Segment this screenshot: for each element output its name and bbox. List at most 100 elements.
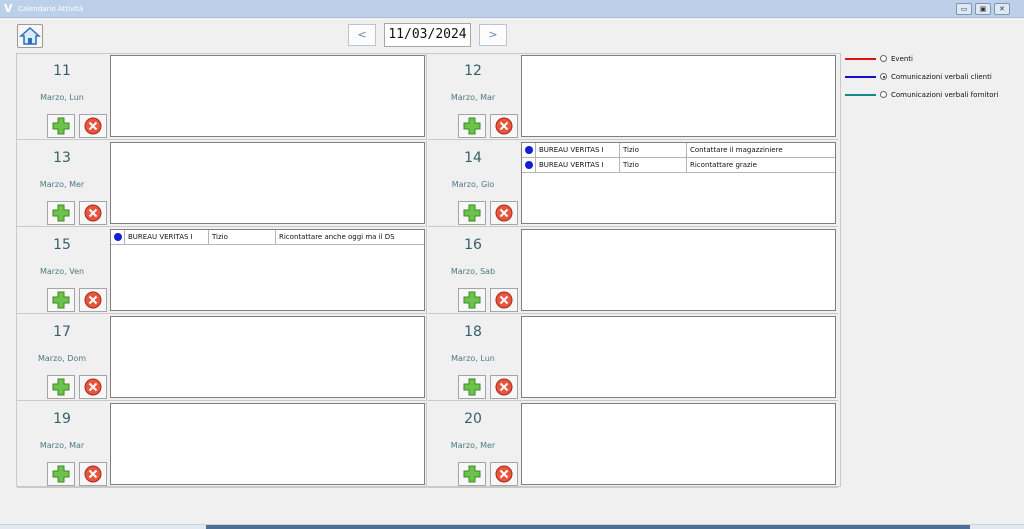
delete-icon — [84, 465, 102, 483]
day-cell: 13 Marzo, Mer — [17, 141, 427, 227]
add-event-button[interactable] — [458, 375, 486, 399]
day-cell: 19 Marzo, Mar — [17, 402, 427, 488]
delete-event-button[interactable] — [490, 462, 518, 486]
events-list[interactable] — [521, 229, 836, 311]
day-label: Marzo, Lun — [451, 354, 495, 363]
day-number: 19 — [53, 411, 71, 427]
events-list[interactable] — [110, 316, 425, 398]
plus-icon — [463, 117, 481, 135]
delete-event-button[interactable] — [79, 462, 107, 486]
add-event-button[interactable] — [47, 375, 75, 399]
events-list[interactable] — [521, 316, 836, 398]
event-client: BUREAU VERITAS I — [535, 143, 619, 157]
day-cell: 11 Marzo, Lun — [17, 54, 427, 140]
delete-event-button[interactable] — [490, 375, 518, 399]
delete-event-button[interactable] — [79, 288, 107, 312]
day-number: 11 — [53, 63, 71, 79]
legend-line — [845, 76, 876, 78]
delete-icon — [495, 465, 513, 483]
day-number: 15 — [53, 237, 71, 253]
delete-event-button[interactable] — [79, 201, 107, 225]
day-label: Marzo, Lun — [40, 93, 84, 102]
add-event-button[interactable] — [47, 462, 75, 486]
events-list[interactable] — [521, 55, 836, 137]
add-event-button[interactable] — [47, 288, 75, 312]
legend-line — [845, 94, 876, 96]
day-cell: 17 Marzo, Dom — [17, 315, 427, 401]
status-bar-strip — [206, 525, 970, 529]
day-number: 12 — [464, 63, 482, 79]
calendar-grid: 11 Marzo, Lun 12 Marzo, Mar 13 Marzo, Mer 14 Ma… — [16, 53, 841, 488]
event-dot-icon — [525, 146, 533, 154]
legend-item[interactable]: Comunicazioni verbali fornitori — [845, 90, 1020, 102]
event-note: Ricontattare grazie — [686, 158, 835, 172]
delete-icon — [495, 204, 513, 222]
legend-label: Eventi — [891, 55, 913, 63]
events-list[interactable] — [110, 403, 425, 485]
events-list[interactable] — [521, 403, 836, 485]
minimize-button[interactable]: ▭ — [956, 3, 972, 15]
day-cell: 20 Marzo, Mer — [428, 402, 838, 488]
events-list[interactable]: BUREAU VERITAS I Tizio Ricontattare anche … — [110, 229, 425, 311]
close-window-button[interactable]: ✕ — [994, 3, 1010, 15]
plus-icon — [52, 378, 70, 396]
add-event-button[interactable] — [458, 462, 486, 486]
legend-radio[interactable] — [880, 73, 887, 80]
add-event-button[interactable] — [458, 114, 486, 138]
delete-icon — [84, 204, 102, 222]
event-user: Tizio — [208, 230, 275, 244]
delete-event-button[interactable] — [490, 288, 518, 312]
event-row[interactable]: BUREAU VERITAS I Tizio Ricontattare grazie — [522, 158, 835, 173]
day-cell: 15 Marzo, Ven BUREAU VERITAS I Tizio Riconta… — [17, 228, 427, 314]
delete-icon — [84, 378, 102, 396]
events-list[interactable] — [110, 142, 425, 224]
event-row[interactable]: BUREAU VERITAS I Tizio Contattare il magaz… — [522, 143, 835, 158]
delete-icon — [495, 291, 513, 309]
add-event-button[interactable] — [458, 201, 486, 225]
legend-radio[interactable] — [880, 55, 887, 62]
previous-date-button[interactable]: < — [348, 24, 376, 46]
delete-event-button[interactable] — [79, 375, 107, 399]
events-list[interactable] — [110, 55, 425, 137]
event-note: Contattare il magazziniere — [686, 143, 835, 157]
delete-event-button[interactable] — [79, 114, 107, 138]
home-icon — [19, 26, 41, 45]
day-cell: 14 Marzo, Gio BUREAU VERITAS I Tizio Contatt… — [428, 141, 838, 227]
event-dot-icon — [114, 233, 122, 241]
day-label: Marzo, Dom — [37, 354, 87, 363]
app-logo-icon: V — [4, 2, 13, 15]
event-user: Tizio — [619, 158, 686, 172]
event-row[interactable]: BUREAU VERITAS I Tizio Ricontattare anche … — [111, 230, 424, 245]
maximize-button[interactable]: ▣ — [975, 3, 991, 15]
plus-icon — [52, 465, 70, 483]
home-button[interactable] — [17, 24, 43, 48]
window-title: Calendario Attività — [18, 5, 84, 13]
delete-event-button[interactable] — [490, 114, 518, 138]
plus-icon — [463, 291, 481, 309]
day-number: 20 — [464, 411, 482, 427]
delete-icon — [84, 291, 102, 309]
legend-label: Comunicazioni verbali fornitori — [891, 91, 999, 99]
legend-item[interactable]: Comunicazioni verbali clienti — [845, 72, 1020, 84]
event-dot-icon — [525, 161, 533, 169]
legend-radio[interactable] — [880, 91, 887, 98]
day-number: 13 — [53, 150, 71, 166]
plus-icon — [463, 465, 481, 483]
delete-icon — [495, 378, 513, 396]
delete-icon — [495, 117, 513, 135]
date-field[interactable]: 11/03/2024 — [384, 23, 471, 47]
add-event-button[interactable] — [47, 114, 75, 138]
day-label: Marzo, Gio — [451, 180, 495, 189]
add-event-button[interactable] — [458, 288, 486, 312]
add-event-button[interactable] — [47, 201, 75, 225]
legend-label: Comunicazioni verbali clienti — [891, 73, 992, 81]
day-cell: 12 Marzo, Mar — [428, 54, 838, 140]
delete-event-button[interactable] — [490, 201, 518, 225]
events-list[interactable]: BUREAU VERITAS I Tizio Contattare il magaz… — [521, 142, 836, 224]
legend-line — [845, 58, 876, 60]
next-date-button[interactable]: > — [479, 24, 507, 46]
day-number: 17 — [53, 324, 71, 340]
plus-icon — [52, 291, 70, 309]
event-user: Tizio — [619, 143, 686, 157]
legend-item[interactable]: Eventi — [845, 54, 1020, 66]
